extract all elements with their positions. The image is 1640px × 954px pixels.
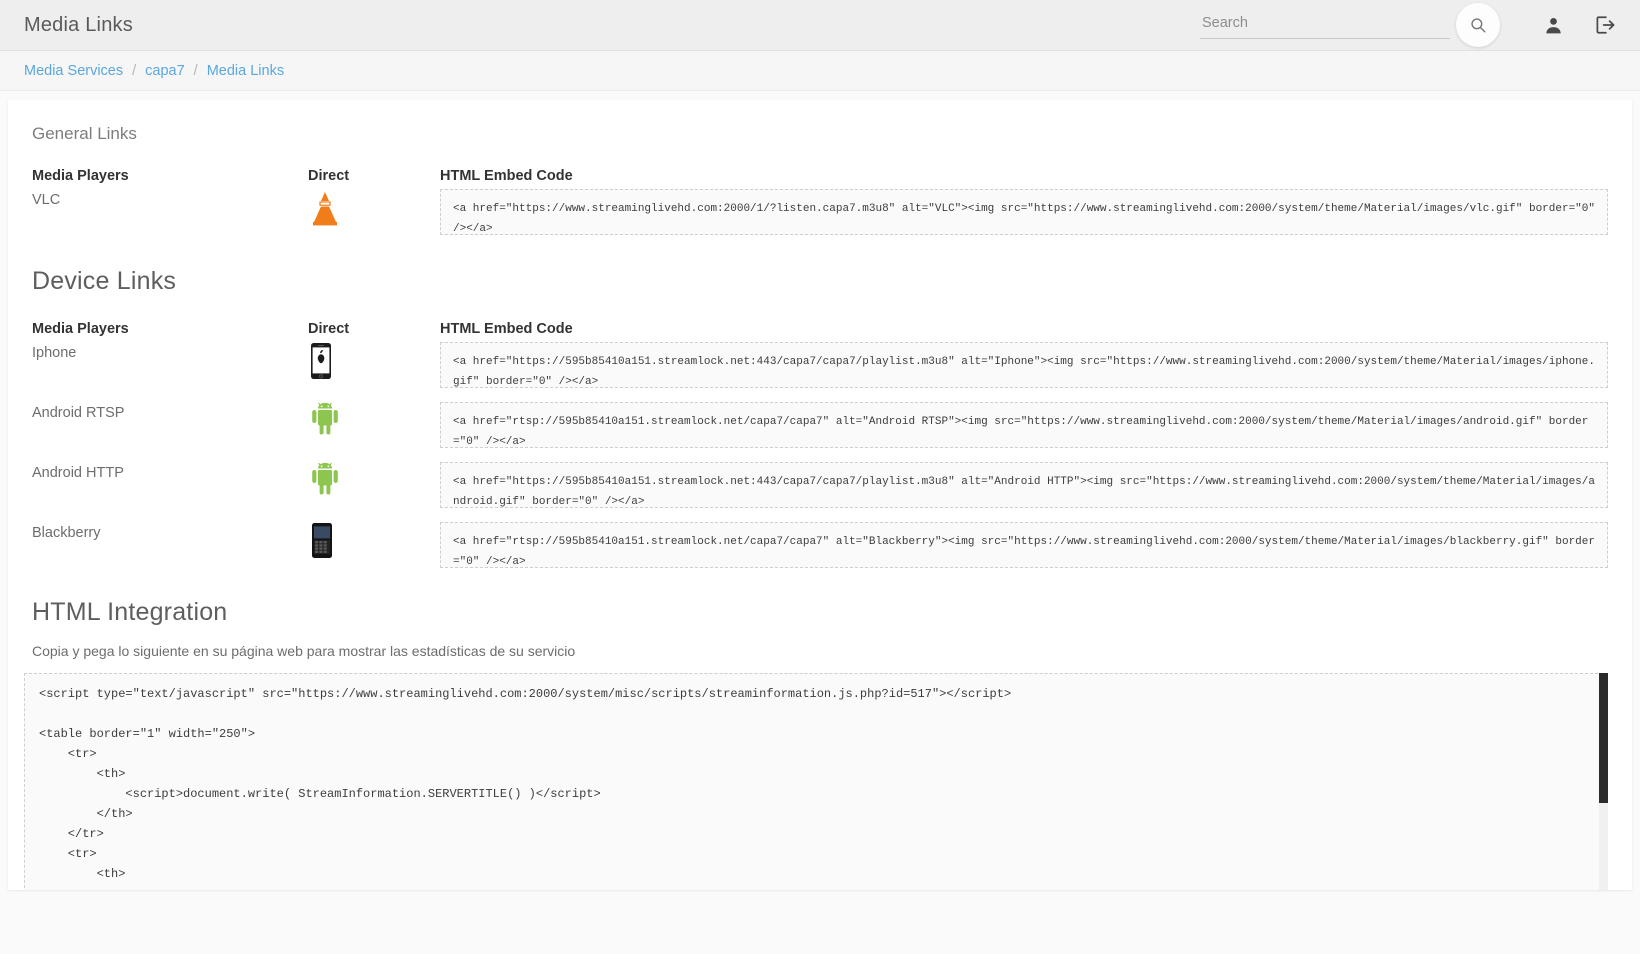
general-links-section: General Links Media Players Direct HTML … [8,100,1632,235]
column-header-media-players: Media Players [32,321,308,337]
account-button[interactable] [1536,8,1570,42]
table-row: Iphone <a href="https://595b85410a151.st… [32,342,1608,388]
iphone-icon [308,342,334,382]
content-card: General Links Media Players Direct HTML … [8,100,1632,890]
media-player-name: VLC [32,189,308,208]
embed-code-cell: <a href="https://595b85410a151.streamloc… [440,342,1608,388]
breadcrumb-item-capa7[interactable]: capa7 [145,63,185,79]
media-player-name: Android RTSP [32,402,308,421]
logout-button[interactable] [1588,8,1622,42]
direct-link-cell[interactable] [308,189,440,229]
app-bar-actions [1200,3,1622,47]
search-button[interactable] [1456,3,1500,47]
person-icon [1543,15,1564,36]
logout-icon [1594,14,1616,36]
media-player-name: Iphone [32,342,308,361]
html-integration-description: Copia y pega lo siguiente en su página w… [32,643,1608,659]
embed-code-cell: <a href="rtsp://595b85410a151.streamlock… [440,522,1608,568]
page-root: Media Links [0,0,1640,954]
column-header-direct: Direct [308,321,440,337]
breadcrumb-item-media-links[interactable]: Media Links [207,63,284,79]
embed-code-vlc[interactable]: <a href="https://www.streaminglivehd.com… [440,189,1608,235]
embed-code-android-http[interactable]: <a href="https://595b85410a151.streamloc… [440,462,1608,508]
embed-code-android-rtsp[interactable]: <a href="rtsp://595b85410a151.streamlock… [440,402,1608,448]
embed-code-iphone[interactable]: <a href="https://595b85410a151.streamloc… [440,342,1608,388]
device-links-table-header: Media Players Direct HTML Embed Code [32,321,1608,337]
direct-link-cell[interactable] [308,462,440,498]
html-integration-section: HTML Integration Copia y pega lo siguien… [8,598,1632,659]
android-icon [308,462,342,498]
vlc-cone-icon [308,189,342,229]
breadcrumb-item-media-services[interactable]: Media Services [24,63,123,79]
device-links-section: Device Links Media Players Direct HTML E… [8,267,1632,568]
table-row: Blackberry [32,522,1608,568]
code-scrollbar-thumb[interactable] [1599,673,1608,803]
table-row: Android RTSP [32,402,1608,448]
table-row: Android HTTP [32,462,1608,508]
html-integration-code[interactable]: <script type="text/javascript" src="http… [24,673,1608,890]
direct-link-cell[interactable] [308,342,440,382]
html-integration-heading: HTML Integration [32,598,1608,627]
breadcrumb: Media Services / capa7 / Media Links [0,51,1640,91]
column-header-html-embed-code: HTML Embed Code [440,168,1608,184]
table-row: VLC <a href="https://www.streaminglivehd… [32,189,1608,235]
column-header-html-embed-code: HTML Embed Code [440,321,1608,337]
search-field-wrapper [1200,11,1450,39]
search-input[interactable] [1200,11,1450,39]
column-header-media-players: Media Players [32,168,308,184]
breadcrumb-separator: / [132,63,136,79]
media-player-name: Blackberry [32,522,308,541]
column-header-direct: Direct [308,168,440,184]
embed-code-cell: <a href="https://www.streaminglivehd.com… [440,189,1608,235]
android-icon [308,402,342,438]
embed-code-cell: <a href="rtsp://595b85410a151.streamlock… [440,402,1608,448]
app-bar: Media Links [0,0,1640,51]
direct-link-cell[interactable] [308,522,440,560]
general-links-heading: General Links [32,100,1608,144]
general-links-table-header: Media Players Direct HTML Embed Code [32,168,1608,184]
media-player-name: Android HTTP [32,462,308,481]
direct-link-cell[interactable] [308,402,440,438]
html-integration-code-wrapper: <script type="text/javascript" src="http… [24,673,1608,890]
device-links-heading: Device Links [32,267,1608,296]
blackberry-icon [308,522,336,560]
page-title: Media Links [24,14,133,37]
embed-code-blackberry[interactable]: <a href="rtsp://595b85410a151.streamlock… [440,522,1608,568]
search-icon [1469,16,1487,34]
embed-code-cell: <a href="https://595b85410a151.streamloc… [440,462,1608,508]
breadcrumb-separator: / [194,63,198,79]
